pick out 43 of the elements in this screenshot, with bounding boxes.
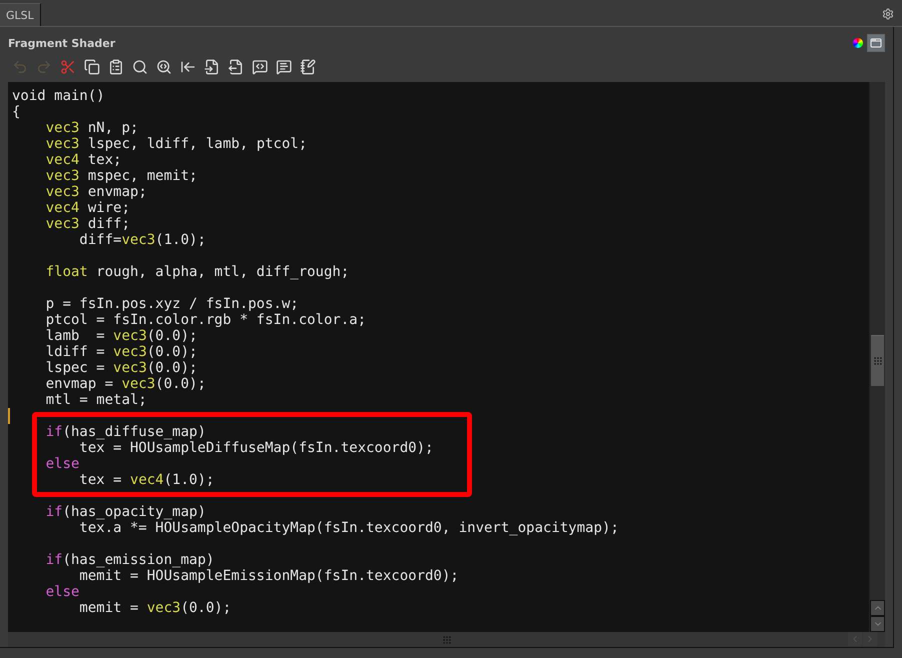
panel-title: Fragment Shader — [8, 36, 116, 50]
code-line: memit = HOUsampleEmissionMap(fsIn.texcoord0); — [79, 568, 459, 584]
text-cursor — [8, 408, 10, 424]
code-line: else — [44, 456, 80, 472]
code-line: if(has_opacity_map) — [44, 504, 206, 520]
code-line: tex.a *= HOUsampleOpacityMap(fsIn.texcoord0, invert_opacitymap); — [78, 520, 619, 536]
copy-icon[interactable] — [82, 57, 102, 77]
code-line: else — [44, 584, 80, 600]
code-line: vec3 nN, p; — [44, 120, 138, 136]
code-line: diff=vec3(1.0); — [78, 232, 206, 248]
code-line: float rough, alpha, mtl, diff_rough; — [44, 264, 350, 280]
code-line: vec3 envmap; — [44, 184, 147, 200]
scroll-up-button[interactable] — [870, 600, 885, 616]
code-line: mtl = metal; — [44, 392, 147, 408]
code-line: vec3 diff; — [44, 216, 130, 232]
code-line: vec3 lspec, ldiff, lamb, ptcol; — [44, 136, 308, 152]
color-wheel-icon[interactable] — [853, 38, 863, 48]
code-line: vec3 mspec, memit; — [44, 168, 198, 184]
code-line: tex = vec4(1.0); — [78, 472, 214, 488]
tab[interactable]: GLSL — [0, 3, 41, 26]
grip-icon — [872, 356, 882, 366]
code-line: envmap = vec3(0.0); — [44, 376, 206, 392]
code-editor[interactable] — [8, 82, 869, 632]
code-line: tex = HOUsampleDiffuseMap(fsIn.texcoord0); — [79, 440, 434, 456]
scroll-thumb[interactable] — [871, 335, 884, 386]
code-line: ldiff = vec3(0.0); — [44, 344, 198, 360]
code-line: if(has_diffuse_map) — [44, 424, 206, 440]
resize-grip-icon[interactable] — [442, 634, 452, 644]
code-line: memit = vec3(0.0); — [78, 600, 232, 616]
notepad-icon[interactable] — [298, 57, 318, 77]
code-line: { — [12, 104, 20, 120]
code-line: vec4 tex; — [44, 152, 122, 168]
code-line: lamb = vec3(0.0); — [44, 328, 198, 344]
scroll-down-button[interactable] — [870, 616, 885, 632]
window-icon — [870, 37, 882, 49]
code-line: p = fsIn.pos.xyz / fsIn.pos.w; — [44, 296, 299, 312]
code-line: void main() — [12, 88, 105, 104]
code-line: ptcol = fsIn.color.rgb * fsIn.color.a; — [44, 312, 366, 328]
code-line: if(has_emission_map) — [44, 552, 214, 568]
window-button[interactable] — [867, 34, 885, 52]
code-line: lspec = vec3(0.0); — [44, 360, 198, 376]
settings-icon[interactable] — [882, 8, 894, 20]
code-line: vec4 wire; — [44, 200, 130, 216]
